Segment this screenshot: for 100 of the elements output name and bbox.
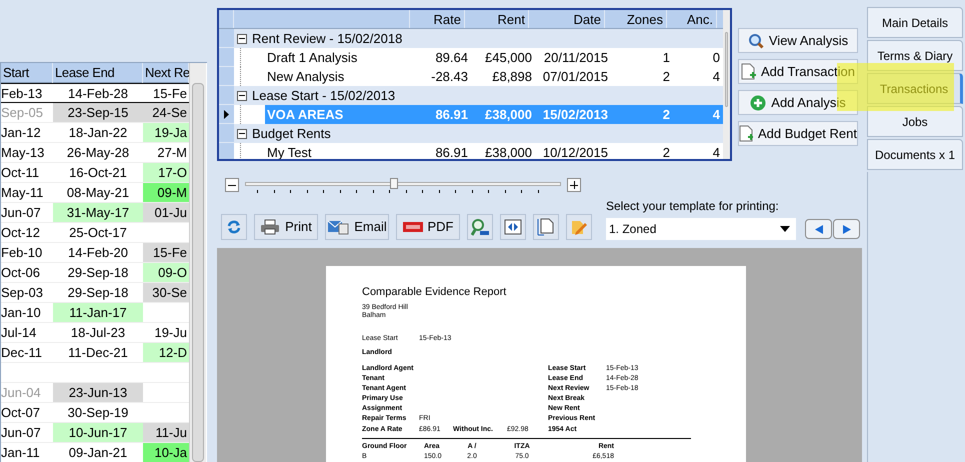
table-cell-text: 26-May-28 <box>66 144 130 162</box>
action-button[interactable]: Add Budget Rent <box>738 121 858 146</box>
template-label: Select your template for printing: <box>606 198 780 215</box>
action-button[interactable]: Add Analysis <box>738 90 858 115</box>
group-label: Rent Review - 15/02/2018 <box>252 30 402 48</box>
table-cell: 12-D <box>143 343 189 362</box>
table-cell-text: May-11 <box>1 184 44 202</box>
table-cell-text: Jul-14 <box>1 324 38 342</box>
table-cell-text: 10/12/2015 <box>542 144 609 159</box>
zoom-slider[interactable] <box>245 178 561 192</box>
zoom-icon <box>471 218 489 236</box>
refresh-button[interactable] <box>221 214 247 240</box>
table-cell-text: £38,000 <box>484 144 533 159</box>
tab[interactable]: Terms & Diary <box>867 40 963 71</box>
slider-thumb[interactable] <box>390 178 398 189</box>
scrollbar[interactable] <box>723 10 730 159</box>
table-cell-text: 27-M <box>156 144 188 162</box>
tab[interactable]: Main Details <box>867 7 963 38</box>
column-header[interactable]: Lease End <box>53 63 143 83</box>
table-cell-text: 14-Feb-20 <box>67 244 129 262</box>
table-cell-text: 86.91 <box>434 144 469 159</box>
refresh-icon <box>226 220 242 234</box>
row-indicator-icon <box>224 110 229 118</box>
table-row[interactable]: Draft 1 Analysis 89.64 £45,000 20/11/2015 1 0 <box>265 48 723 67</box>
row-name: Draft 1 Analysis <box>266 48 358 67</box>
email-icon <box>327 219 350 235</box>
fit-width-button[interactable] <box>500 214 526 240</box>
table-cell: 31-May-17 <box>53 203 143 222</box>
table-cell-text: Jun-04 <box>1 384 42 402</box>
previous-button[interactable] <box>805 219 832 239</box>
table-cell-text: 25-Oct-17 <box>68 224 128 242</box>
table-row[interactable]: New Analysis -28.43 £8,898 07/01/2015 2 4 <box>265 67 723 86</box>
email-button[interactable]: Email <box>325 214 389 240</box>
row-name: VOA AREAS <box>266 106 344 124</box>
table-cell-text: 2 <box>662 144 671 159</box>
table-cell: 17-O <box>143 163 189 182</box>
table-cell-text: 86.91 <box>434 106 469 124</box>
table-cell-text: 2 <box>662 106 671 124</box>
table-cell: 09-O <box>143 263 189 282</box>
table-cell-text: £8,898 <box>491 68 533 86</box>
table-cell-text: 18-Jul-23 <box>70 324 126 342</box>
table-cell-text: Jan-10 <box>1 304 42 322</box>
table-cell-text: 2 <box>662 68 671 86</box>
table-cell-text: 14-Feb-28 <box>67 85 129 102</box>
zoom-button[interactable] <box>467 214 493 240</box>
table-cell-text: Oct-12 <box>1 224 42 242</box>
column-header[interactable]: Rate <box>410 10 465 28</box>
page-button[interactable] <box>533 214 559 240</box>
action-button[interactable]: Add Transaction <box>738 59 858 84</box>
left-arrow-icon <box>814 224 822 234</box>
new-document-icon <box>739 125 753 142</box>
column-header[interactable]: Start <box>1 63 53 83</box>
zoom-in-button[interactable] <box>567 178 581 192</box>
table-cell-text: 29-Sep-18 <box>66 264 130 282</box>
table-cell: 11-Jan-17 <box>53 303 143 322</box>
table-cell-text: 15/02/2013 <box>542 106 609 124</box>
print-button[interactable]: Print <box>254 214 318 240</box>
collapse-toggle[interactable] <box>237 128 247 138</box>
table-cell-text: 1 <box>662 48 671 67</box>
collapse-toggle[interactable] <box>237 34 247 44</box>
column-header[interactable]: Zones <box>605 10 667 28</box>
tab[interactable]: Documents x 1 <box>867 139 963 170</box>
collapse-toggle[interactable] <box>237 90 247 100</box>
action-button[interactable]: View Analysis <box>738 28 858 53</box>
table-cell-text: 30-Sep-19 <box>66 404 130 422</box>
template-dropdown[interactable]: 1. Zoned <box>606 218 796 240</box>
column-header[interactable]: Anc. <box>667 10 717 28</box>
add-icon <box>750 94 766 110</box>
table-cell-text: -28.43 <box>430 68 469 86</box>
table-cell: 23-Sep-15 <box>53 103 143 122</box>
column-header[interactable]: Rent <box>465 10 529 28</box>
table-cell-text: Oct-07 <box>1 404 42 422</box>
table-cell-text: 4 <box>712 106 721 124</box>
scrollbar[interactable] <box>189 63 206 462</box>
table-cell: 19-Ja <box>143 123 189 142</box>
table-cell-text: Jun-07 <box>1 424 42 442</box>
printer-icon <box>260 219 280 235</box>
table-cell-text: 29-Sep-18 <box>66 284 130 302</box>
table-cell-text: Sep-05 <box>1 104 44 122</box>
table-cell-text: 4 <box>712 144 721 159</box>
edit-button[interactable] <box>566 214 592 240</box>
table-cell-text: 08-May-21 <box>66 184 130 202</box>
table-cell-text: Jan-12 <box>1 124 42 142</box>
next-button[interactable] <box>833 219 860 239</box>
table-cell-text: 11-Dec-21 <box>67 344 129 362</box>
table-cell-text: Sep-03 <box>1 284 44 302</box>
table-cell-text: 15-Fe <box>152 85 188 102</box>
table-cell-text: Dec-11 <box>1 344 43 362</box>
dropdown-caret-icon <box>780 226 790 232</box>
table-cell: 24-Se <box>143 103 189 122</box>
table-cell: 30-Se <box>143 283 189 302</box>
column-header[interactable]: Date <box>529 10 605 28</box>
table-cell-text: Oct-06 <box>1 264 42 282</box>
table-cell-text: 89.64 <box>434 48 469 67</box>
tab[interactable]: Jobs <box>867 106 963 137</box>
pdf-button[interactable]: PDF <box>396 214 460 240</box>
table-cell-text: Jan-11 <box>1 444 41 462</box>
row-header[interactable] <box>219 105 234 124</box>
table-cell-text: 16-Oct-21 <box>68 164 128 182</box>
zoom-out-button[interactable] <box>225 178 239 192</box>
